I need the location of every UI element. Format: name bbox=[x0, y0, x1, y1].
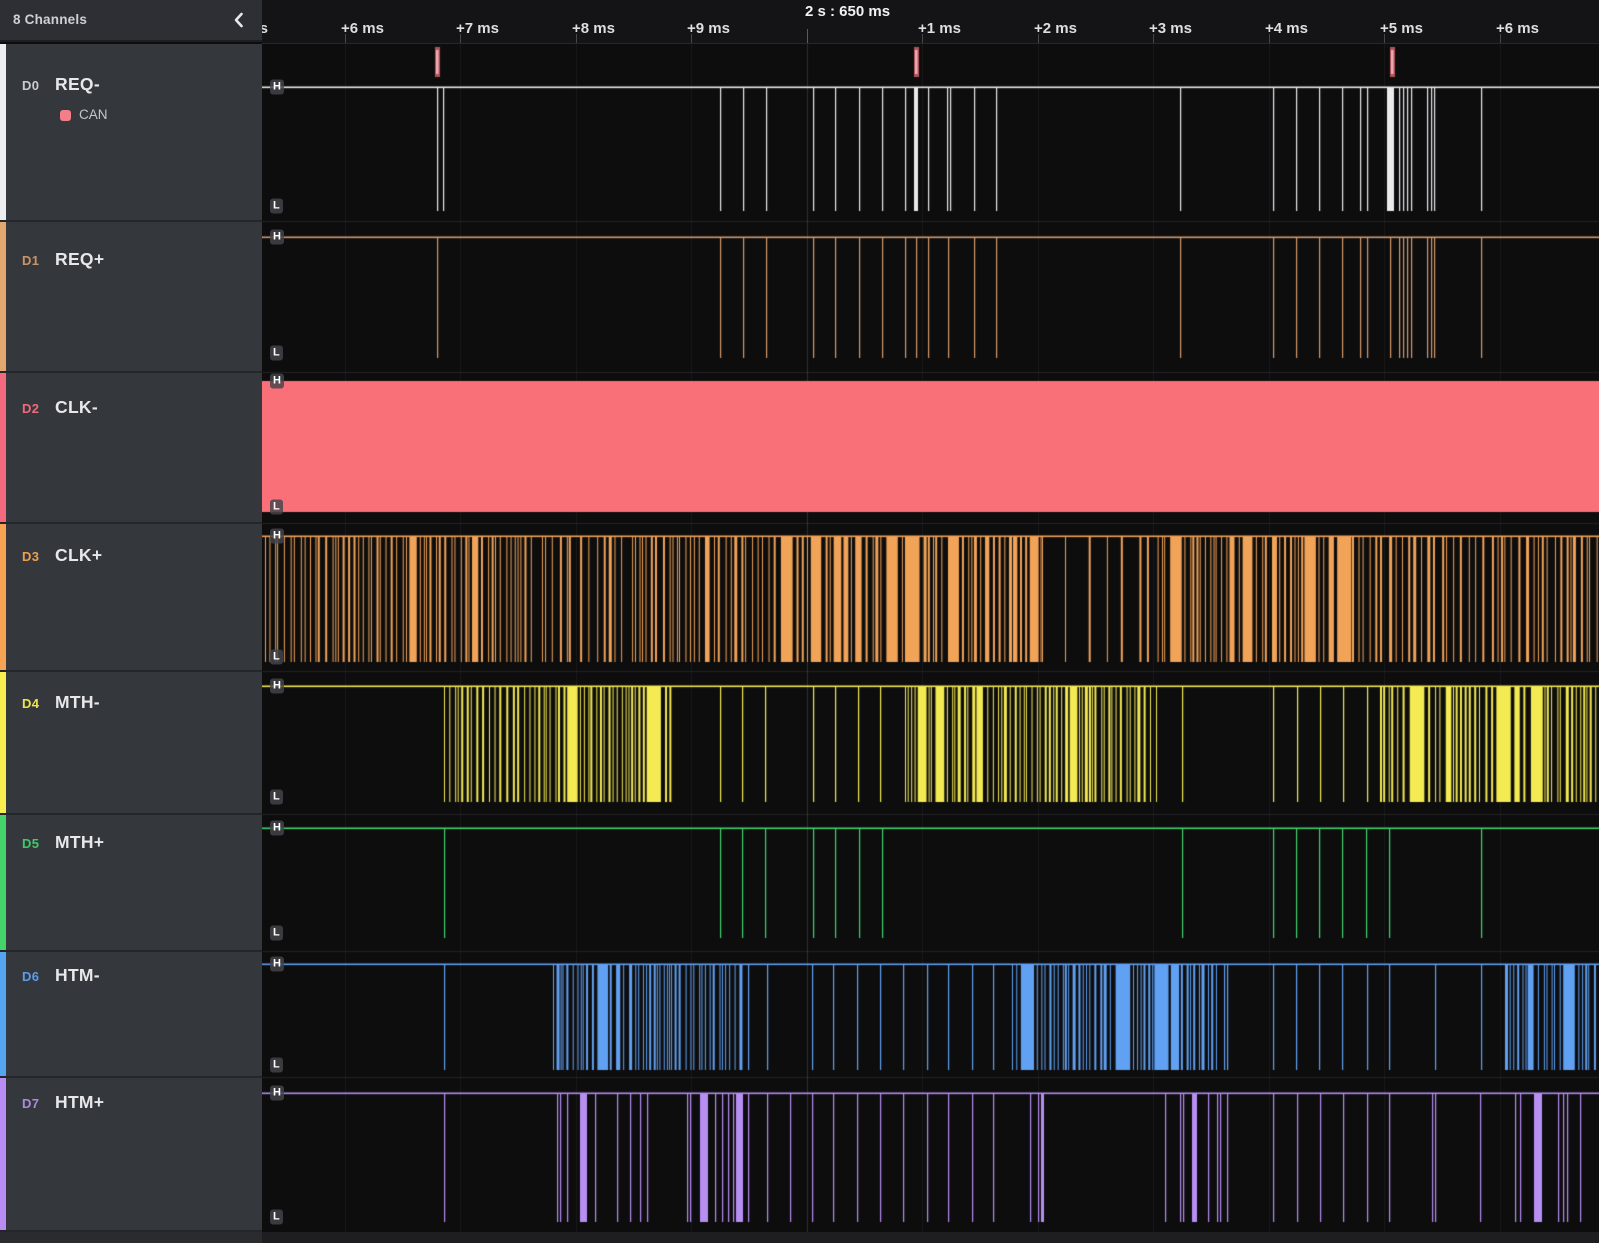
timeline-tick bbox=[1153, 34, 1154, 43]
channel-color-strip bbox=[0, 952, 6, 1076]
channel-color-strip bbox=[0, 815, 6, 950]
channel-color-strip bbox=[0, 222, 6, 371]
timeline-tick bbox=[922, 34, 923, 43]
low-level-badge: L bbox=[270, 926, 283, 941]
channel-id: D5 bbox=[22, 836, 39, 851]
channel-id: D6 bbox=[22, 969, 39, 984]
channel-row-d6[interactable]: D6 HTM- bbox=[0, 952, 262, 1078]
sidebar-header: 8 Channels bbox=[0, 0, 262, 42]
low-level-badge: L bbox=[270, 1058, 283, 1073]
chevron-left-icon bbox=[228, 9, 250, 31]
timeline-ruler[interactable]: 2 s : 650 ms +5 ms +6 ms +7 ms +8 ms +9 … bbox=[262, 0, 1599, 44]
analyzer-label[interactable]: CAN bbox=[79, 107, 108, 122]
low-level-badge: L bbox=[270, 650, 283, 665]
channel-color-strip bbox=[0, 44, 6, 220]
timeline-tick-label: +5 ms bbox=[262, 20, 268, 37]
low-level-badge: L bbox=[270, 346, 283, 361]
channel-color-strip bbox=[0, 672, 6, 813]
high-level-badge: H bbox=[270, 821, 284, 836]
high-level-badge: H bbox=[270, 374, 284, 389]
channel-row-d5[interactable]: D5 MTH+ bbox=[0, 815, 262, 952]
channel-id: D2 bbox=[22, 401, 39, 416]
timeline-tick-label: +4 ms bbox=[1265, 20, 1308, 37]
low-level-badge: L bbox=[270, 790, 283, 805]
channel-sidebar: D0 REQ- CAN D1 REQ+ D2 CLK- D3 CLK+ D4 M… bbox=[0, 44, 262, 1232]
timeline-tick bbox=[1269, 34, 1270, 43]
timeline-major-tick bbox=[807, 29, 808, 43]
channel-name: MTH- bbox=[55, 692, 100, 713]
timeline-tick bbox=[1038, 34, 1039, 43]
channel-id: D7 bbox=[22, 1096, 39, 1111]
channel-color-strip bbox=[0, 524, 6, 670]
timeline-tick-label: +6 ms bbox=[1496, 20, 1539, 37]
waveform-area[interactable]: HLHLHLHLHLHLHLHL bbox=[262, 44, 1599, 1232]
timeline-tick bbox=[345, 34, 346, 43]
timeline-major-label: 2 s : 650 ms bbox=[805, 3, 890, 20]
timeline-tick-label: +3 ms bbox=[1149, 20, 1192, 37]
high-level-badge: H bbox=[270, 957, 284, 972]
horizontal-scrollbar[interactable] bbox=[262, 1232, 1599, 1243]
high-level-badge: H bbox=[270, 1086, 284, 1101]
channel-color-strip bbox=[0, 373, 6, 522]
channel-count-title: 8 Channels bbox=[13, 12, 87, 27]
channel-row-d1[interactable]: D1 REQ+ bbox=[0, 222, 262, 373]
timeline-tick-label: +1 ms bbox=[918, 20, 961, 37]
timeline-tick-label: +6 ms bbox=[341, 20, 384, 37]
high-level-badge: H bbox=[270, 80, 284, 95]
waveform-canvas[interactable] bbox=[262, 44, 1599, 1232]
channel-id: D3 bbox=[22, 549, 39, 564]
channel-row-d2[interactable]: D2 CLK- bbox=[0, 373, 262, 524]
collapse-sidebar-button[interactable] bbox=[228, 9, 250, 31]
channel-row-d0[interactable]: D0 REQ- CAN bbox=[0, 44, 262, 222]
channel-name: MTH+ bbox=[55, 832, 104, 853]
sidebar-footer-strip bbox=[0, 1232, 262, 1243]
channel-color-strip bbox=[0, 1078, 6, 1230]
channel-name: HTM- bbox=[55, 965, 100, 986]
channel-name: REQ+ bbox=[55, 249, 104, 270]
channel-id: D1 bbox=[22, 253, 39, 268]
channel-name: CLK+ bbox=[55, 545, 102, 566]
channel-row-d3[interactable]: D3 CLK+ bbox=[0, 524, 262, 672]
high-level-badge: H bbox=[270, 679, 284, 694]
timeline-tick bbox=[1500, 34, 1501, 43]
channel-row-d4[interactable]: D4 MTH- bbox=[0, 672, 262, 815]
timeline-tick-label: +9 ms bbox=[687, 20, 730, 37]
high-level-badge: H bbox=[270, 529, 284, 544]
timeline-tick bbox=[460, 34, 461, 43]
channel-name: CLK- bbox=[55, 397, 98, 418]
channel-id: D4 bbox=[22, 696, 39, 711]
low-level-badge: L bbox=[270, 1210, 283, 1225]
timeline-tick-label: +5 ms bbox=[1380, 20, 1423, 37]
low-level-badge: L bbox=[270, 199, 283, 214]
channel-name: HTM+ bbox=[55, 1092, 104, 1113]
channel-name: REQ- bbox=[55, 74, 100, 95]
low-level-badge: L bbox=[270, 500, 283, 515]
channel-id: D0 bbox=[22, 78, 39, 93]
timeline-tick-label: +8 ms bbox=[572, 20, 615, 37]
high-level-badge: H bbox=[270, 230, 284, 245]
analyzer-chip-icon[interactable] bbox=[60, 110, 71, 121]
timeline-tick-label: +2 ms bbox=[1034, 20, 1077, 37]
timeline-tick bbox=[1384, 34, 1385, 43]
timeline-tick bbox=[576, 34, 577, 43]
channel-row-d7[interactable]: D7 HTM+ bbox=[0, 1078, 262, 1232]
timeline-tick-label: +7 ms bbox=[456, 20, 499, 37]
logic-analyzer-app: { "header": { "channel_count_label": "8 … bbox=[0, 0, 1599, 1243]
timeline-tick bbox=[691, 34, 692, 43]
